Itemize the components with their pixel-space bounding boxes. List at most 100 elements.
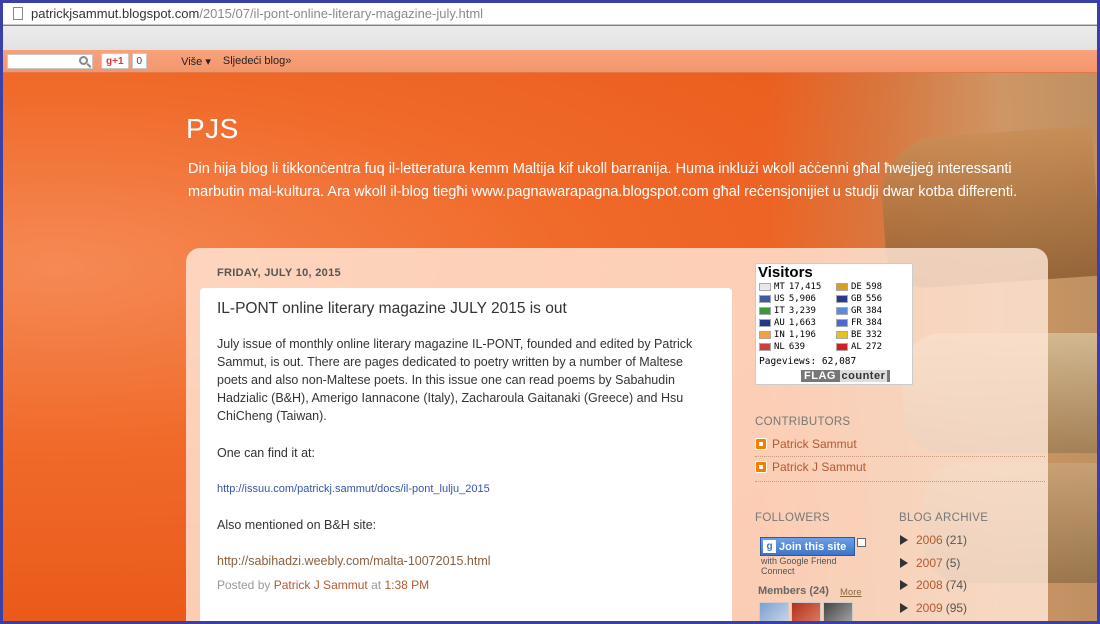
- archive-year-item[interactable]: 2009 (95): [900, 601, 967, 615]
- flag-icon: [836, 307, 848, 315]
- archive-year[interactable]: 2006: [916, 533, 943, 547]
- post-title[interactable]: IL-PONT online literary magazine JULY 20…: [217, 300, 567, 318]
- country-code: IN: [774, 330, 785, 340]
- google-plus-count: 0: [131, 53, 148, 69]
- counter-row-nl: NL 639: [759, 342, 805, 352]
- followers-heading: FOLLOWERS: [755, 512, 830, 524]
- archive-year[interactable]: 2008: [916, 578, 943, 592]
- country-code: NL: [774, 342, 785, 352]
- visitor-count: 639: [788, 342, 806, 352]
- country-code: AU: [774, 318, 785, 328]
- url-path: /2015/07/il-pont-online-literary-magazin…: [199, 6, 484, 21]
- flag-icon: [759, 319, 771, 327]
- blog-title[interactable]: PJS: [186, 113, 239, 145]
- browser-window: patrickjsammut.blogspot.com/2015/07/il-p…: [0, 0, 1100, 624]
- country-code: BE: [851, 330, 862, 340]
- contributor-name[interactable]: Patrick Sammut: [772, 437, 857, 451]
- google-plus-button[interactable]: g+1: [101, 53, 129, 69]
- archive-year-item[interactable]: 2007 (5): [900, 556, 960, 570]
- join-site-label: Join this site: [779, 540, 847, 553]
- country-code: DE: [851, 282, 862, 292]
- archive-count: (5): [945, 556, 961, 570]
- divider: [755, 456, 1045, 457]
- visitor-count: 384: [865, 306, 883, 316]
- expand-triangle-icon[interactable]: [900, 535, 908, 545]
- archive-year-item[interactable]: 2008 (74): [900, 578, 967, 592]
- visitor-count: 332: [865, 330, 883, 340]
- page-icon: [13, 7, 23, 20]
- members-count: Members (24): [758, 585, 829, 597]
- contributor-link[interactable]: Patrick J Sammut: [755, 460, 866, 474]
- contributor-name[interactable]: Patrick J Sammut: [772, 460, 866, 474]
- post-author-link[interactable]: Patrick J Sammut: [274, 578, 368, 592]
- flag-icon: [759, 307, 771, 315]
- counter-row-mt: MT 17,415: [759, 282, 821, 292]
- post-paragraph: July issue of monthly online literary ma…: [217, 337, 693, 423]
- visitor-count: 556: [865, 294, 883, 304]
- expand-triangle-icon[interactable]: [900, 603, 908, 613]
- flag-icon: [759, 331, 771, 339]
- blog-description: Din hija blog li tikkonċentra fuq il-let…: [188, 161, 1018, 200]
- post-time-link[interactable]: 1:38 PM: [384, 578, 429, 592]
- counter-row-de: DE 598: [836, 282, 882, 292]
- more-members-link[interactable]: More: [840, 587, 862, 598]
- post-paragraph: Also mentioned on B&H site:: [217, 518, 377, 532]
- address-bar[interactable]: patrickjsammut.blogspot.com/2015/07/il-p…: [3, 3, 1097, 25]
- divider: [755, 481, 1045, 482]
- blogger-icon: [755, 438, 767, 450]
- country-code: IT: [774, 306, 785, 316]
- visitor-count: 3,239: [788, 306, 816, 316]
- post-paragraph: One can find it at:: [217, 446, 315, 460]
- visitor-count: 384: [865, 318, 883, 328]
- next-blog-link[interactable]: Sljedeći blog»: [223, 55, 292, 67]
- archive-year[interactable]: 2009: [916, 601, 943, 615]
- blog-archive-heading: BLOG ARCHIVE: [899, 512, 989, 524]
- archive-count: (21): [945, 533, 968, 547]
- counter-row-fr: FR 384: [836, 318, 882, 328]
- country-code: US: [774, 294, 785, 304]
- toolbar-strip: [3, 26, 1097, 50]
- more-menu[interactable]: Više ▾: [181, 55, 211, 68]
- flag-counter-widget[interactable]: Visitors Pageviews: 62,087 FLAG counter …: [755, 263, 913, 385]
- issuu-link[interactable]: http://issuu.com/patrickj.sammut/docs/il…: [217, 483, 490, 495]
- expand-triangle-icon[interactable]: [900, 580, 908, 590]
- flag-icon: [836, 331, 848, 339]
- counter-title: Visitors: [758, 264, 813, 281]
- archive-year-item[interactable]: 2006 (21): [900, 533, 967, 547]
- counter-row-be: BE 332: [836, 330, 882, 340]
- external-window-icon[interactable]: [857, 538, 866, 547]
- country-code: FR: [851, 318, 862, 328]
- archive-count: (95): [945, 601, 968, 615]
- visitor-count: 272: [865, 342, 883, 352]
- post-date: FRIDAY, JULY 10, 2015: [217, 267, 341, 279]
- member-avatar[interactable]: [823, 602, 853, 621]
- contributor-link[interactable]: Patrick Sammut: [755, 437, 857, 451]
- bh-site-link[interactable]: http://sabihadzi.weebly.com/malta-100720…: [217, 552, 717, 570]
- navbar-search-input[interactable]: [7, 53, 93, 69]
- counter-row-in: IN 1,196: [759, 330, 816, 340]
- flag-icon: [836, 343, 848, 351]
- counter-row-gb: GB 556: [836, 294, 882, 304]
- flag-counter-badge[interactable]: FLAG counter: [801, 370, 891, 382]
- search-icon[interactable]: [79, 55, 88, 65]
- expand-triangle-icon[interactable]: [900, 558, 908, 568]
- google-friend-connect-text: with Google Friend Connect: [761, 556, 837, 576]
- country-code: GB: [851, 294, 862, 304]
- counter-row-us: US 5,906: [759, 294, 816, 304]
- counter-row-it: IT 3,239: [759, 306, 816, 316]
- country-code: MT: [774, 282, 785, 292]
- flag-counter-badge-counter: counter: [839, 370, 888, 382]
- archive-count: (74): [945, 578, 968, 592]
- archive-year[interactable]: 2007: [916, 556, 943, 570]
- google-icon: g: [763, 540, 776, 553]
- join-site-button[interactable]: g Join this site: [760, 537, 855, 556]
- member-avatar[interactable]: [759, 602, 789, 621]
- visitor-count: 598: [865, 282, 883, 292]
- flag-icon: [759, 283, 771, 291]
- url-host: patrickjsammut.blogspot.com: [31, 6, 200, 21]
- flag-icon: [836, 295, 848, 303]
- member-avatar[interactable]: [791, 602, 821, 621]
- flag-icon: [836, 319, 848, 327]
- country-code: AL: [851, 342, 862, 352]
- pageviews-count: Pageviews: 62,087: [759, 356, 857, 367]
